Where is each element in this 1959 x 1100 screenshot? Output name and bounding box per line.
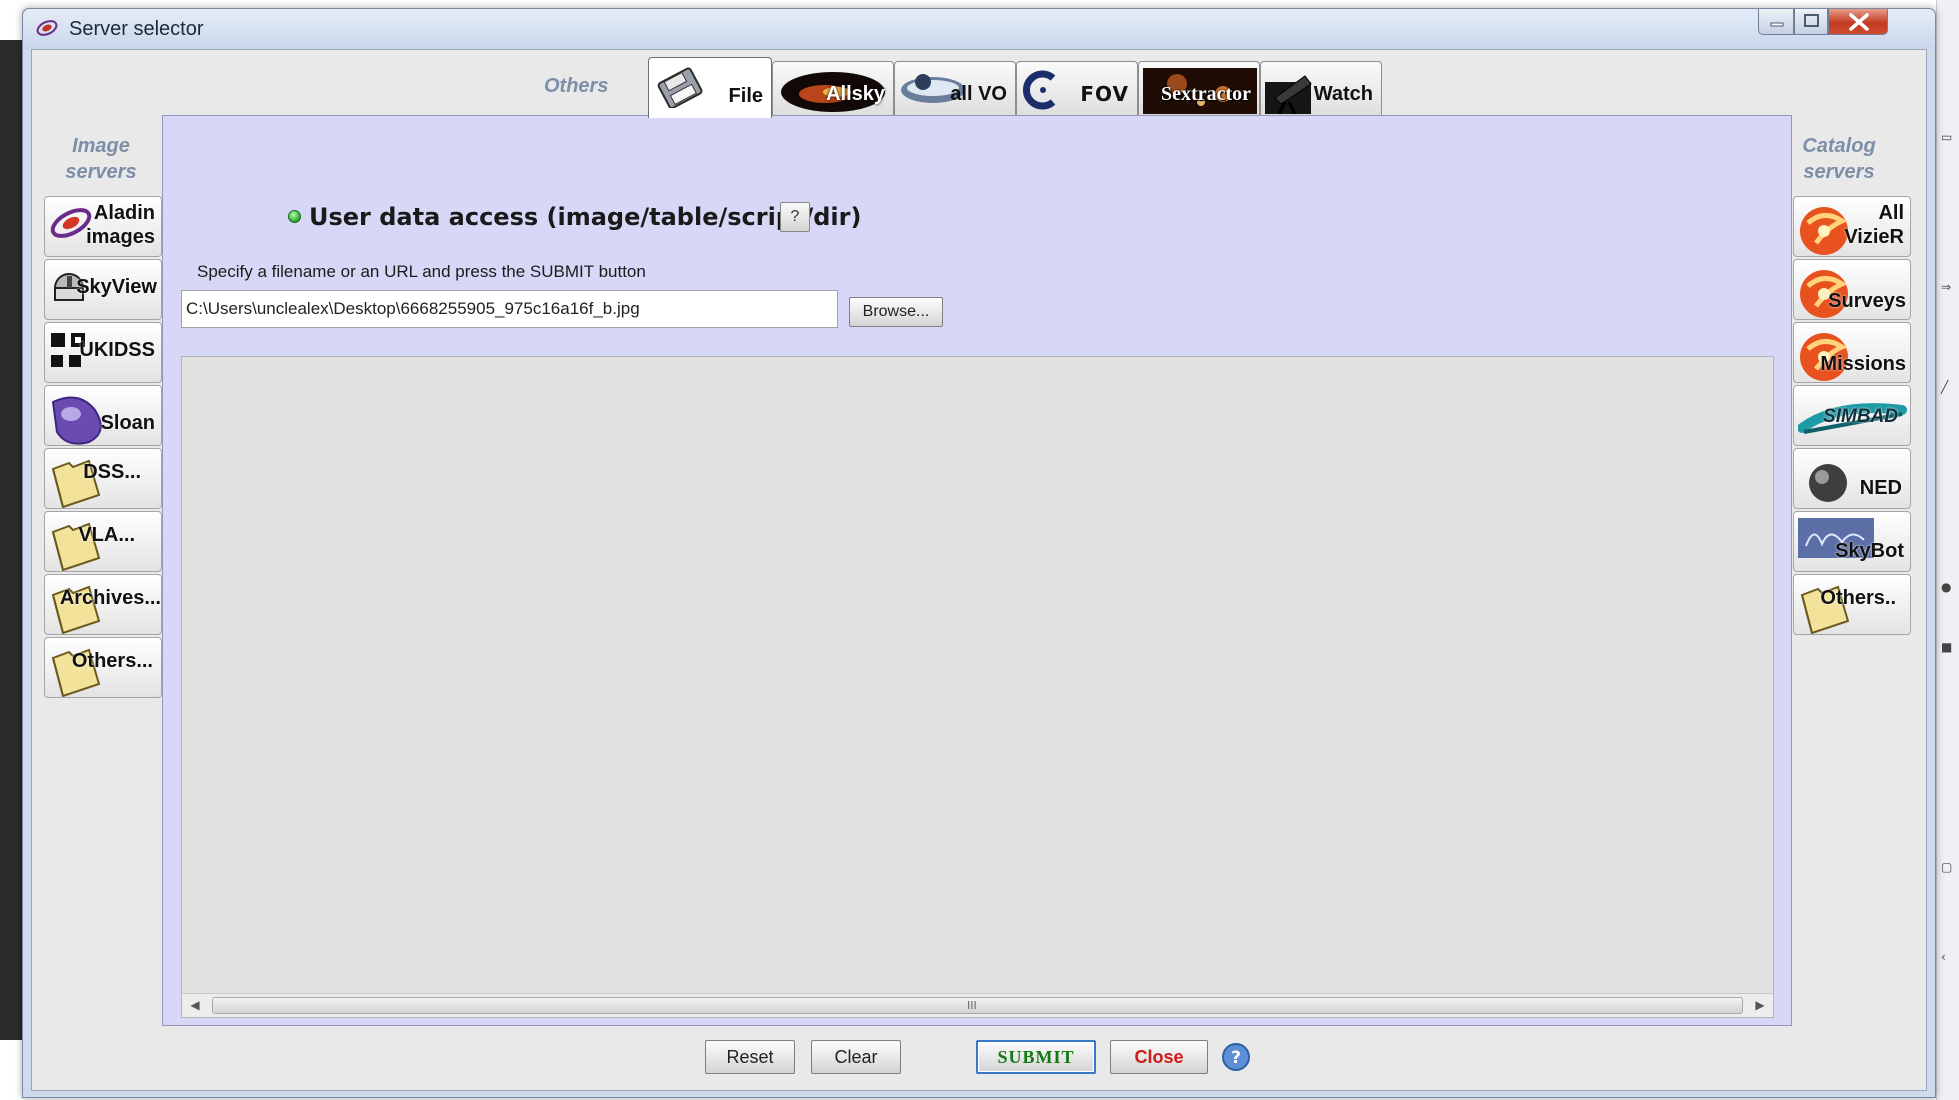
sidebar-item-skyview[interactable]: SkyView <box>44 259 162 320</box>
catalog-servers-label-line2: servers <box>1803 161 1875 183</box>
sidebar-item-label: Sloan <box>100 412 155 434</box>
sidebar-item-dss[interactable]: DSS... <box>44 448 162 509</box>
sidebar-item-label: UKIDSS <box>79 339 155 361</box>
sidebar-item-simbad[interactable]: SIMBAD <box>1793 385 1911 446</box>
help-icon[interactable]: ? <box>1221 1042 1251 1072</box>
background-fragment: ⇒ <box>1941 280 1952 294</box>
horizontal-scrollbar[interactable]: ◀ III ▶ <box>182 993 1773 1017</box>
sidebar-item-label: Archives... <box>59 587 161 609</box>
sidebar-item-all-vizier[interactable]: All VizieR <box>1793 196 1911 257</box>
close-icon <box>1849 13 1869 31</box>
floppy-disk-icon <box>657 67 703 108</box>
instruction-text: Specify a filename or an URL and press t… <box>197 262 646 281</box>
minimize-button[interactable] <box>1758 9 1794 35</box>
scroll-left-arrow-icon[interactable]: ◀ <box>188 998 202 1012</box>
sidebar-item-label: Surveys <box>1828 290 1906 312</box>
close-window-button[interactable] <box>1828 9 1888 35</box>
tab-sextractor[interactable]: Sextractor <box>1138 61 1260 116</box>
sidebar-item-label: Others.. <box>1820 587 1896 609</box>
close-button[interactable]: Close <box>1110 1040 1208 1074</box>
vizier-label-line1: All <box>1878 202 1904 224</box>
sidebar-item-vla[interactable]: VLA... <box>44 511 162 572</box>
sidebar-item-missions[interactable]: Missions <box>1793 322 1911 383</box>
window-title: Server selector <box>69 18 204 40</box>
image-servers-label-line2: servers <box>65 161 137 183</box>
submit-button[interactable]: SUBMIT <box>976 1040 1096 1074</box>
background-fragment: ● <box>1941 580 1952 594</box>
background-window-edge-left <box>0 40 22 1040</box>
sidebar-item-aladin-label: Aladin images <box>86 201 155 249</box>
help-button[interactable]: ? <box>780 202 810 232</box>
sidebar-item-label: NED <box>1859 477 1902 499</box>
sidebar-item-others[interactable]: Others... <box>44 637 162 698</box>
scrollbar-thumb[interactable]: III <box>212 997 1743 1014</box>
tab-file[interactable]: File <box>648 57 772 118</box>
sidebar-item-archives[interactable]: Archives... <box>44 574 162 635</box>
title-bar[interactable]: Server selector <box>23 9 1935 49</box>
image-servers-label: Image servers <box>52 133 150 185</box>
fov-icon <box>1022 70 1056 110</box>
scrollbar-grip: III <box>967 999 977 1012</box>
background-fragment: ╱ <box>1941 380 1949 394</box>
others-tab-label[interactable]: Others <box>544 75 608 98</box>
sidebar-item-label: VLA... <box>78 524 135 546</box>
catalog-servers-label-line1: Catalog <box>1802 135 1876 157</box>
sidebar-item-label: DSS... <box>83 461 141 483</box>
sidebar-item-surveys[interactable]: Surveys <box>1793 259 1911 320</box>
tab-file-label: File <box>728 85 763 107</box>
sidebar-item-sloan[interactable]: Sloan <box>44 385 162 446</box>
sidebar-item-ukidss[interactable]: UKIDSS <box>44 322 162 383</box>
panel-title: User data access (image/table/script/dir… <box>309 203 862 231</box>
sidebar-item-label: Others... <box>71 650 153 672</box>
tab-all-vo[interactable]: all VO <box>894 61 1016 116</box>
reset-button[interactable]: Reset <box>705 1040 795 1074</box>
preview-area: ◀ III ▶ <box>181 356 1774 1018</box>
aladin-label-line2: images <box>86 226 155 248</box>
tab-fov[interactable]: FOV <box>1016 61 1138 116</box>
sidebar-item-aladin-images[interactable]: Aladin images <box>44 196 162 257</box>
background-fragment: ▭ <box>1941 130 1953 144</box>
tab-all-vo-label: all VO <box>950 83 1007 105</box>
tab-sextractor-label: Sextractor <box>1161 83 1251 105</box>
tab-watch-label: Watch <box>1313 83 1373 105</box>
sidebar-item-label: SkyView <box>76 276 157 298</box>
background-window-edge-right: ▭ ⇒ ╱ ● ■ ▢ ‹ <box>1936 0 1959 1100</box>
maximize-button[interactable] <box>1794 9 1828 35</box>
catalog-servers-label: Catalog servers <box>1790 133 1888 185</box>
svg-text:?: ? <box>1231 1048 1241 1068</box>
user-data-access-panel: User data access (image/table/script/dir… <box>162 115 1792 1026</box>
maximize-icon <box>1804 14 1819 27</box>
browse-button[interactable]: Browse... <box>849 297 943 327</box>
clear-button[interactable]: Clear <box>811 1040 901 1074</box>
sidebar-item-label: Missions <box>1820 353 1906 375</box>
sidebar-item-vizier-label: All VizieR <box>1844 201 1904 249</box>
tab-watch[interactable]: Watch <box>1260 61 1382 116</box>
sidebar-item-label: SkyBot <box>1835 540 1904 562</box>
aladin-app-icon <box>36 20 58 36</box>
scroll-right-arrow-icon[interactable]: ▶ <box>1753 998 1767 1012</box>
minimize-icon <box>1770 22 1784 27</box>
tab-fov-label: FOV <box>1080 82 1129 106</box>
status-indicator-icon <box>288 210 301 223</box>
sidebar-item-others-catalog[interactable]: Others.. <box>1793 574 1911 635</box>
sidebar-item-ned[interactable]: NED <box>1793 448 1911 509</box>
background-fragment: ▢ <box>1941 860 1953 874</box>
tab-allsky[interactable]: Allsky <box>772 61 894 116</box>
aladin-label-line1: Aladin <box>93 202 155 224</box>
background-fragment: ■ <box>1941 640 1953 654</box>
background-fragment: ‹ <box>1941 950 1946 964</box>
vizier-label-line2: VizieR <box>1844 226 1904 248</box>
tab-allsky-label: Allsky <box>826 83 885 105</box>
ned-icon <box>1809 464 1847 502</box>
file-path-input[interactable] <box>181 290 838 328</box>
sidebar-item-label: SIMBAD <box>1823 406 1898 427</box>
sidebar-item-skybot[interactable]: SkyBot <box>1793 511 1911 572</box>
image-servers-label-line1: Image <box>72 135 130 157</box>
